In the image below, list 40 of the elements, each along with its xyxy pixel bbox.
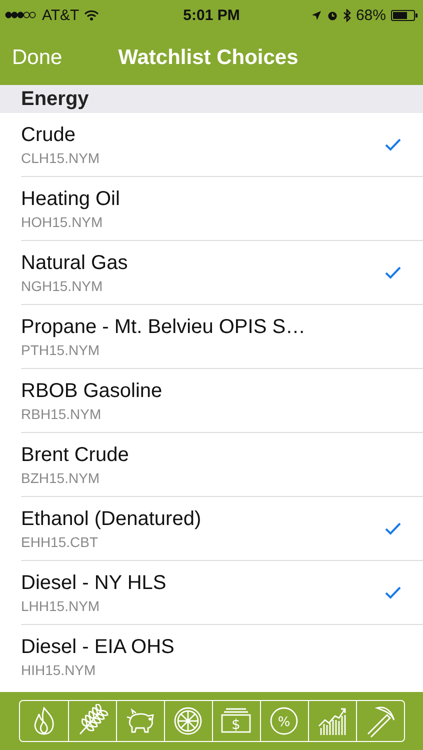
item-name: Ethanol (Denatured) bbox=[21, 508, 202, 530]
status-time: 5:01 PM bbox=[183, 6, 240, 24]
battery-percent: 68% bbox=[356, 6, 386, 24]
list-item[interactable]: RBOB Gasoline RBH15.NYM bbox=[21, 369, 423, 433]
item-code: CLH15.NYM bbox=[21, 150, 100, 166]
battery-icon bbox=[391, 10, 418, 20]
item-code: HOH15.NYM bbox=[21, 214, 104, 230]
location-icon bbox=[310, 10, 322, 20]
item-name: Propane - Mt. Belvieu OPIS S… bbox=[21, 316, 306, 338]
item-name: Diesel - EIA OHS bbox=[21, 636, 174, 659]
item-code: RBH15.NYM bbox=[21, 406, 102, 422]
percent-sign: % bbox=[278, 715, 290, 730]
item-name: Natural Gas bbox=[21, 252, 128, 274]
list-item[interactable]: Crude CLH15.NYM bbox=[21, 113, 423, 177]
list-item[interactable]: Diesel - EIA OHS HIH15.NYM bbox=[21, 625, 423, 689]
list-item[interactable]: Ethanol (Denatured) EHH15.CBT bbox=[21, 497, 423, 561]
dollar-sign: $ bbox=[232, 717, 240, 733]
item-code: NGH15.NYM bbox=[21, 278, 104, 294]
list-item[interactable]: Natural Gas NGH15.NYM bbox=[21, 241, 423, 305]
item-name: Diesel - NY HLS bbox=[21, 572, 166, 594]
list-item[interactable]: Diesel - NY HLS LHH15.NYM bbox=[21, 561, 423, 625]
section-title: Energy bbox=[21, 88, 89, 110]
list-item[interactable]: Heating Oil HOH15.NYM bbox=[21, 177, 423, 241]
item-name: Heating Oil bbox=[21, 188, 120, 210]
alarm-icon bbox=[326, 10, 338, 20]
item-code: EHH15.CBT bbox=[21, 534, 100, 550]
screen-title: Watchlist Choices bbox=[118, 46, 298, 70]
bluetooth-icon bbox=[342, 8, 351, 22]
item-name: Crude bbox=[21, 124, 76, 146]
wifi-icon bbox=[84, 10, 100, 20]
item-code: HIH15.NYM bbox=[21, 662, 97, 678]
carrier-name: AT&T bbox=[42, 6, 80, 24]
signal-icon bbox=[5, 11, 37, 19]
item-code: PTH15.NYM bbox=[21, 342, 101, 358]
list-item[interactable]: Brent Crude BZH15.NYM bbox=[21, 433, 423, 497]
item-name: RBOB Gasoline bbox=[21, 380, 162, 402]
list-item[interactable]: Propane - Mt. Belvieu OPIS S… PTH15.NYM bbox=[21, 305, 423, 369]
item-code: BZH15.NYM bbox=[21, 470, 101, 486]
item-name: Brent Crude bbox=[21, 444, 129, 466]
item-code: LHH15.NYM bbox=[21, 598, 101, 614]
